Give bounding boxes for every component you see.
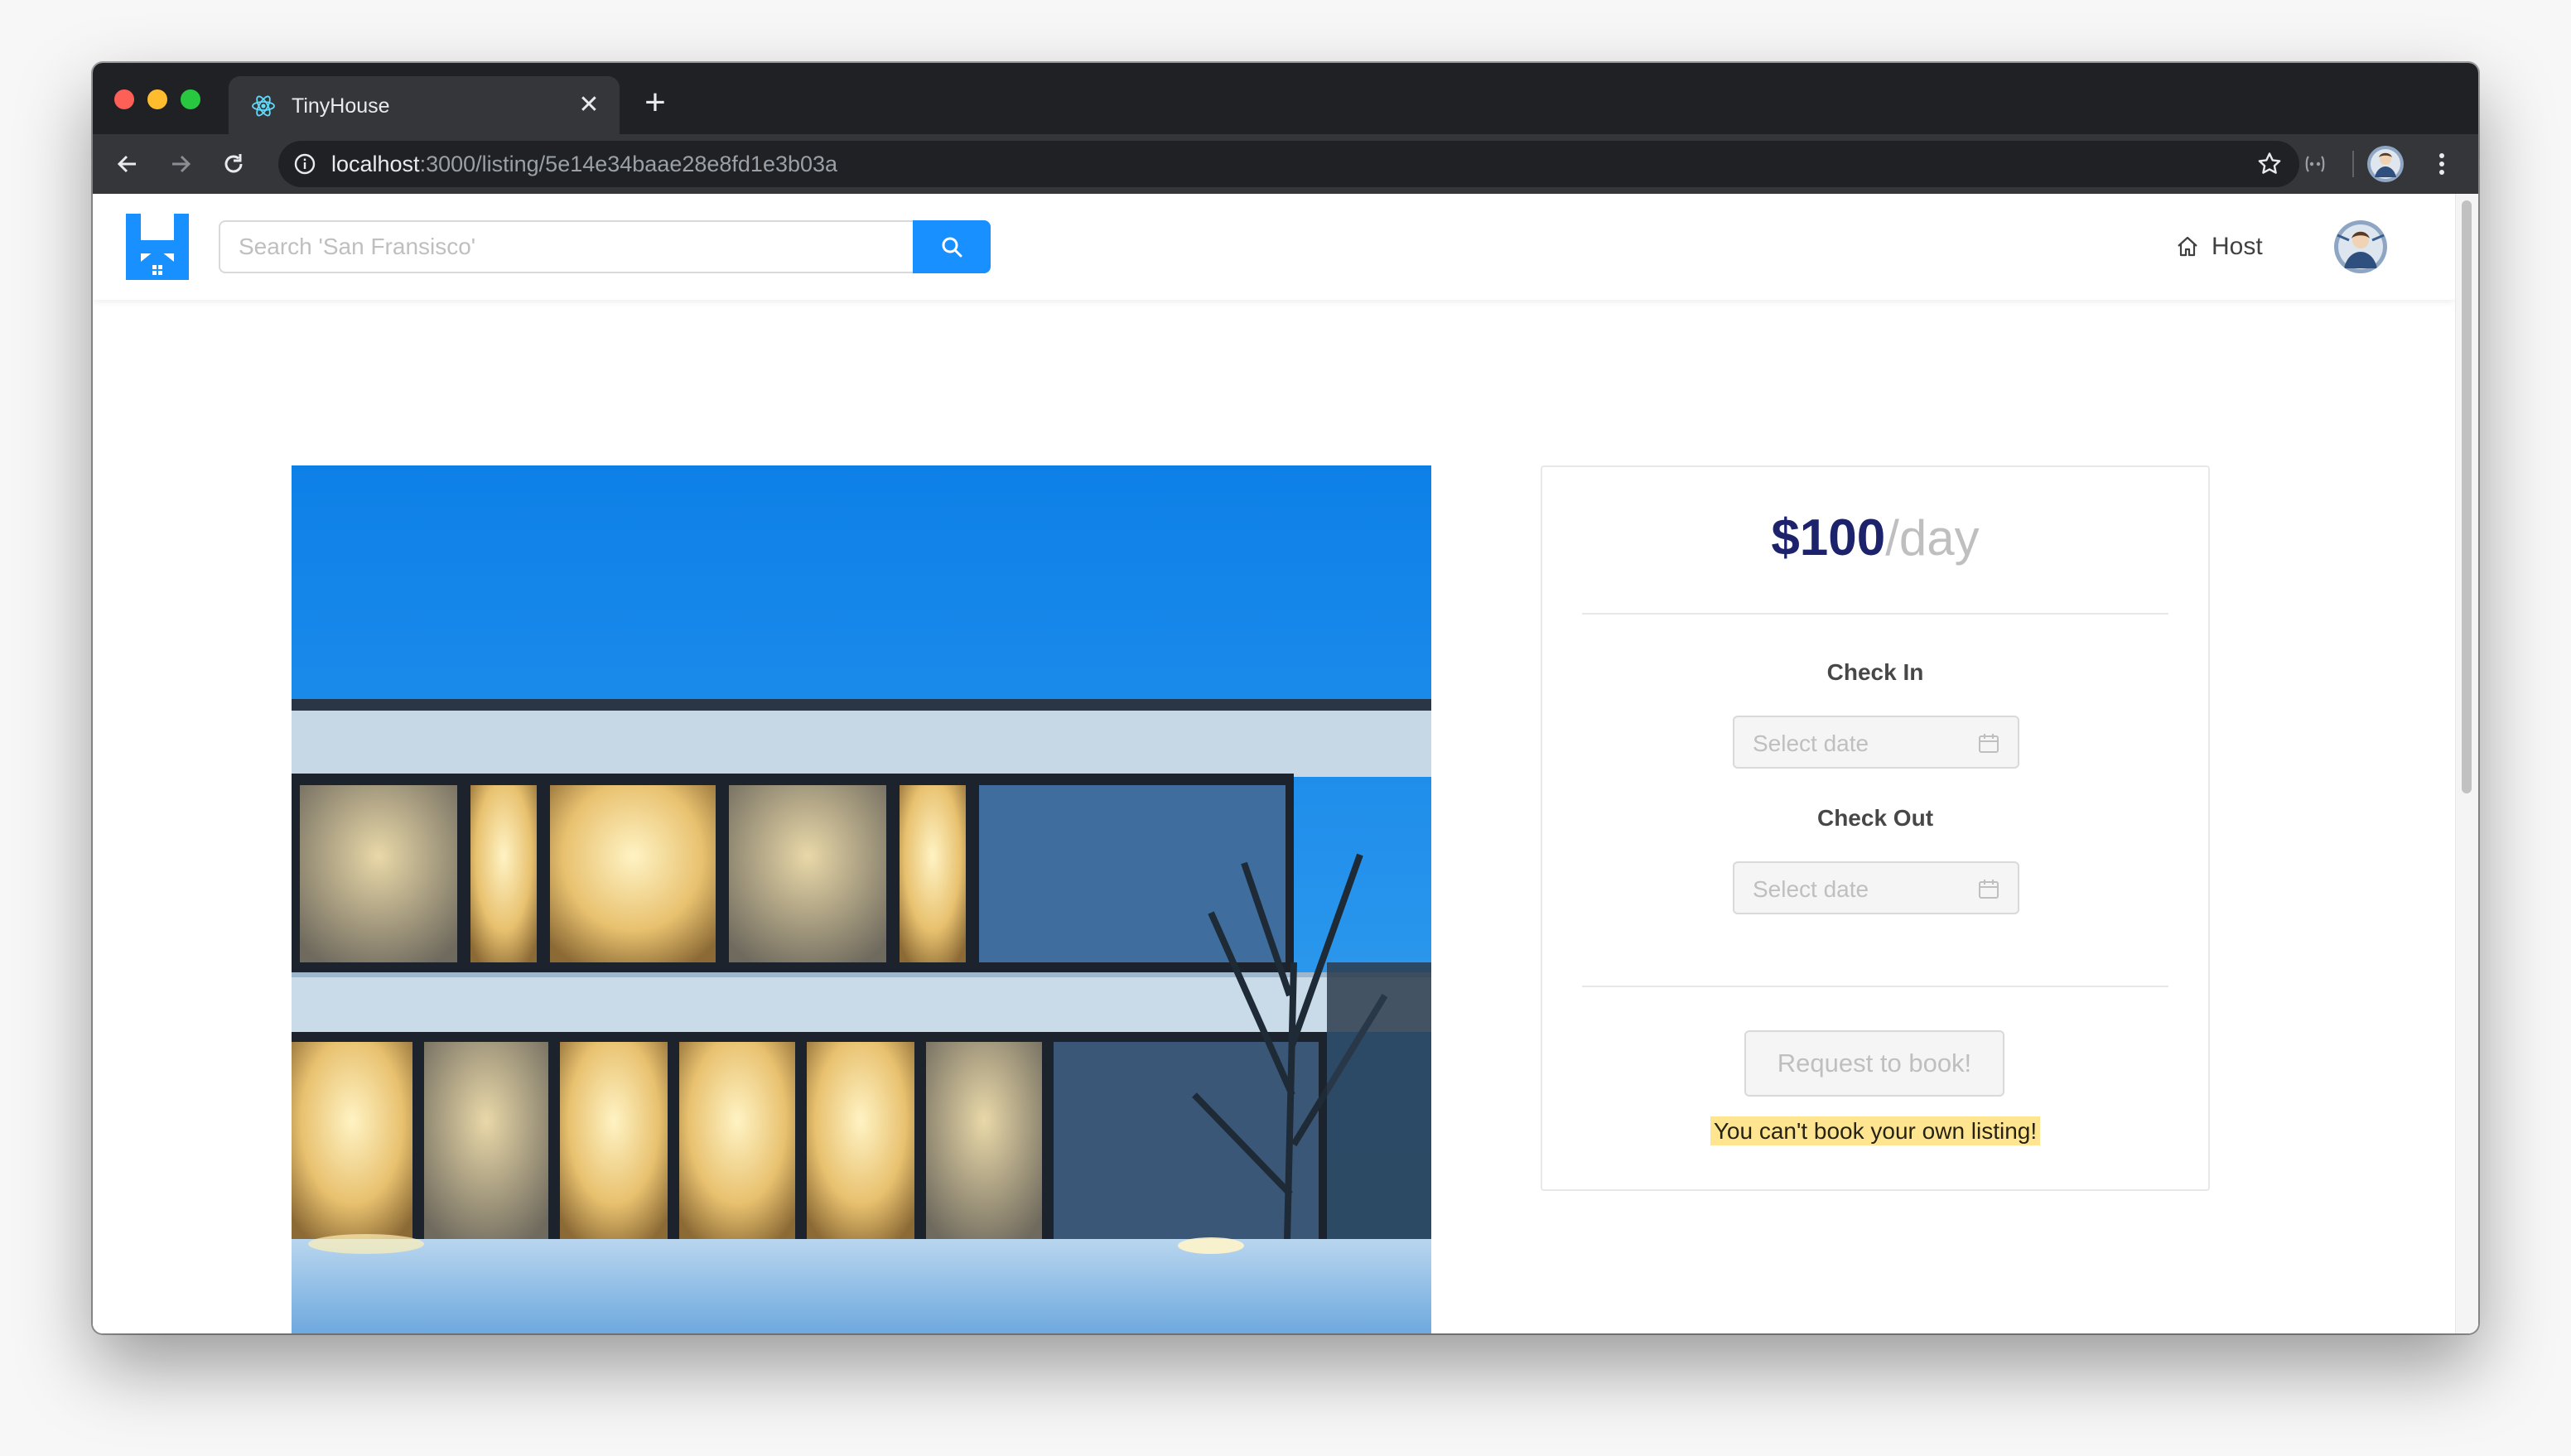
info-icon[interactable] (293, 152, 316, 176)
check-in-label: Check In (1826, 659, 1924, 685)
check-out-placeholder: Select date (1753, 876, 1869, 902)
check-out-date-picker[interactable]: Select date (1733, 861, 2019, 914)
calendar-icon (1979, 880, 1999, 899)
card-divider (1582, 613, 2168, 615)
tab-strip: TinyHouse ✕ + (93, 63, 2478, 134)
price-unit: /day (1885, 510, 1980, 566)
search-icon (942, 237, 962, 258)
reload-icon[interactable] (219, 149, 248, 179)
own-listing-warning-text: You can't book your own listing! (1710, 1116, 2041, 1145)
price: $100/day (1542, 509, 2208, 567)
page-scrollbar[interactable] (2455, 194, 2478, 1333)
browser-window: TinyHouse ✕ + localhost:3000/listing/5e1… (93, 63, 2478, 1333)
url-text: localhost:3000/listing/5e14e34baae28e8fd… (331, 152, 837, 177)
search-input[interactable] (219, 220, 913, 273)
tab-close-icon[interactable]: ✕ (573, 89, 605, 121)
url-path: :3000/listing/5e14e34baae28e8fd1e3b03a (419, 152, 838, 176)
page-viewport: Host (93, 194, 2478, 1333)
check-in-placeholder: Select date (1753, 730, 1869, 756)
check-in-date-picker[interactable]: Select date (1733, 716, 2019, 769)
home-icon (2178, 236, 2197, 257)
check-out-label: Check Out (1816, 805, 1934, 831)
host-menu-item[interactable]: Host (2175, 227, 2263, 267)
scrollbar-thumb[interactable] (2462, 200, 2472, 793)
own-listing-warning: You can't book your own listing! (1542, 1116, 2208, 1145)
back-arrow-icon[interactable] (113, 149, 142, 179)
calendar-icon (1979, 734, 1999, 753)
profile-avatar[interactable] (2367, 146, 2404, 182)
card-divider (1582, 986, 2168, 987)
tab-title: TinyHouse (292, 94, 390, 118)
extension-icon[interactable] (2303, 152, 2327, 176)
booking-card: $100/day Check In Select date Check Out … (1541, 465, 2210, 1191)
maximize-window-button[interactable] (181, 89, 200, 109)
menu-dots-icon[interactable] (2427, 149, 2457, 179)
new-tab-button[interactable]: + (636, 84, 674, 121)
react-favicon-icon (252, 95, 275, 117)
user-avatar[interactable] (2334, 220, 2387, 273)
search-button[interactable] (913, 220, 991, 273)
price-amount: $100 (1771, 509, 1886, 566)
star-icon[interactable] (2256, 151, 2283, 177)
tab-tinyhouse[interactable]: TinyHouse ✕ (229, 76, 620, 134)
tinyhouse-logo[interactable] (126, 214, 189, 280)
address-bar[interactable]: localhost:3000/listing/5e14e34baae28e8fd… (278, 141, 2299, 187)
minimize-window-button[interactable] (147, 89, 167, 109)
app-header: Host (93, 194, 2455, 300)
listing-image (292, 465, 1431, 1333)
request-to-book-button[interactable]: Request to book! (1744, 1030, 2004, 1097)
close-window-button[interactable] (114, 89, 134, 109)
search-bar (219, 220, 991, 273)
url-host: localhost (331, 152, 420, 176)
host-label: Host (2212, 233, 2263, 260)
toolbar-separator (2352, 151, 2354, 177)
browser-toolbar: localhost:3000/listing/5e14e34baae28e8fd… (93, 134, 2478, 194)
forward-arrow-icon[interactable] (166, 149, 195, 179)
